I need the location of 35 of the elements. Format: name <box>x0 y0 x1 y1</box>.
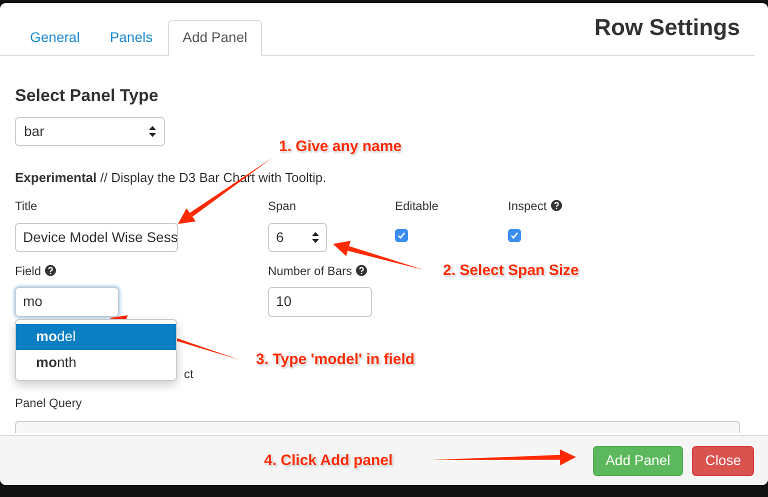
option-label: ct <box>184 366 194 382</box>
field-label: Number of Bars <box>268 262 352 280</box>
panel-type-select[interactable]: bar <box>15 117 165 146</box>
field-label: Inspect <box>508 198 547 214</box>
help-icon <box>356 265 368 276</box>
suggestion-item[interactable]: month <box>16 350 176 376</box>
check-icon <box>510 230 519 240</box>
checkbox[interactable] <box>508 228 521 242</box>
annotation: 4. Click Add panel <box>264 451 393 471</box>
span-select[interactable]: 6 <box>268 222 327 252</box>
help-icon <box>550 200 562 211</box>
updown-icon <box>312 232 319 242</box>
field-label: Title <box>15 198 38 214</box>
field-input[interactable]: mo <box>15 286 119 316</box>
annotation: 2. Select Span Size <box>443 261 579 281</box>
title-input[interactable]: Device Model Wise Sess <box>15 222 178 252</box>
field-label: Span <box>268 198 298 214</box>
bars-input[interactable]: 10 <box>268 286 372 316</box>
annotation: 1. Give any name <box>279 137 402 157</box>
annotation: 3. Type 'model' in field <box>256 350 415 370</box>
close-button[interactable]: Close <box>692 446 754 476</box>
field-label: Editable <box>395 198 440 214</box>
updown-icon <box>149 126 156 137</box>
checkbox[interactable] <box>395 228 408 242</box>
dialog-title: Row Settings <box>594 13 740 42</box>
help-icon <box>45 265 56 276</box>
section-heading: Select Panel Type <box>15 84 160 106</box>
field-label: Field <box>15 262 42 280</box>
query-field[interactable] <box>15 420 740 432</box>
check-icon <box>397 230 406 240</box>
suggestion-item[interactable]: model <box>16 324 176 350</box>
tab[interactable]: Add Panel <box>168 20 262 56</box>
tab[interactable]: General <box>15 20 95 56</box>
field-label: Panel Query <box>15 394 83 412</box>
tab[interactable]: Panels <box>94 20 168 56</box>
